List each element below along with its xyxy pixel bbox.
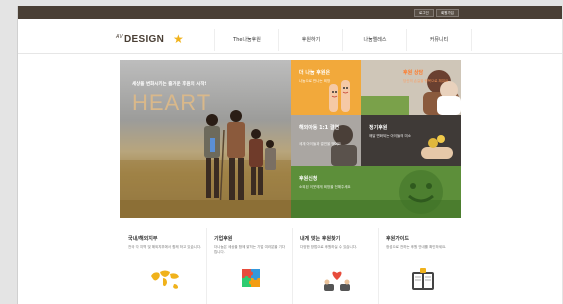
nav-item-share[interactable]: 나눔엘레스 [342, 29, 407, 51]
consultation-photo [361, 60, 461, 115]
site-logo[interactable]: AVDESIGN [116, 34, 164, 45]
section-branches[interactable]: 국내/해외지부 전국 각 지역 및 해외지부에서 함께 하고 있습니다. [120, 228, 207, 304]
website-page: 로그인 회원가입 AVDESIGN ★ The나눔후원 후원하기 나눔엘레스 커… [17, 6, 562, 304]
coins-hand-icon [421, 135, 453, 159]
star-icon: ★ [173, 32, 184, 46]
tile-apply-donation[interactable]: 후원신청 소외된 이웃에게 희망을 전해주세요 [291, 166, 461, 218]
join-link[interactable]: 회원가입 [436, 9, 459, 17]
nav-item-about[interactable]: The나눔후원 [214, 29, 279, 51]
guide-book-icon [412, 268, 434, 290]
grass-smile-photo [291, 166, 461, 218]
login-link[interactable]: 로그인 [414, 9, 434, 17]
section-find-donation[interactable]: 내게 맞는 후원찾기 다양한 방법으로 후원하실 수 있습니다. [292, 228, 379, 304]
child-photo [291, 115, 361, 166]
tile-overseas-sponsor[interactable]: 해외아동 1:1 결연 세계 아이들과 결연을 맺어요 [291, 115, 361, 166]
puzzle-icon [242, 269, 260, 287]
world-map-icon [151, 270, 179, 289]
main-navigation: AVDESIGN ★ The나눔후원 후원하기 나눔엘레스 커뮤니티 [18, 19, 562, 54]
section-guide[interactable]: 후원가이드 정성으로 전하는 후원 안내를 확인하세요. [378, 228, 464, 304]
hero-photo-children [120, 110, 291, 218]
nav-item-community[interactable]: 커뮤니티 [406, 29, 472, 51]
top-utility-bar: 로그인 회원가입 [18, 6, 562, 19]
nav-item-donate[interactable]: 후원하기 [278, 29, 343, 51]
section-corporate[interactable]: 기업후원 더나눔은 세상을 함께 밝히는 기업 여러분을 기다립니다. [206, 228, 293, 304]
tile-about-donation[interactable]: 더 나눔 후원은 나눔으로 만나는 희망 [291, 60, 361, 115]
heart-hands-icon [324, 271, 350, 291]
finger-puppets-icon [329, 80, 350, 112]
tile-consultation[interactable]: 후원 상담 당신의 손길을 행복으로 채워요 [361, 60, 461, 115]
tile-regular-donation[interactable]: 정기후원 매달 변화되는 아이들의 미소 [361, 115, 461, 166]
hero-banner: 세상을 변화시키는 즐거운 후원의 시작! HEART [120, 60, 291, 218]
